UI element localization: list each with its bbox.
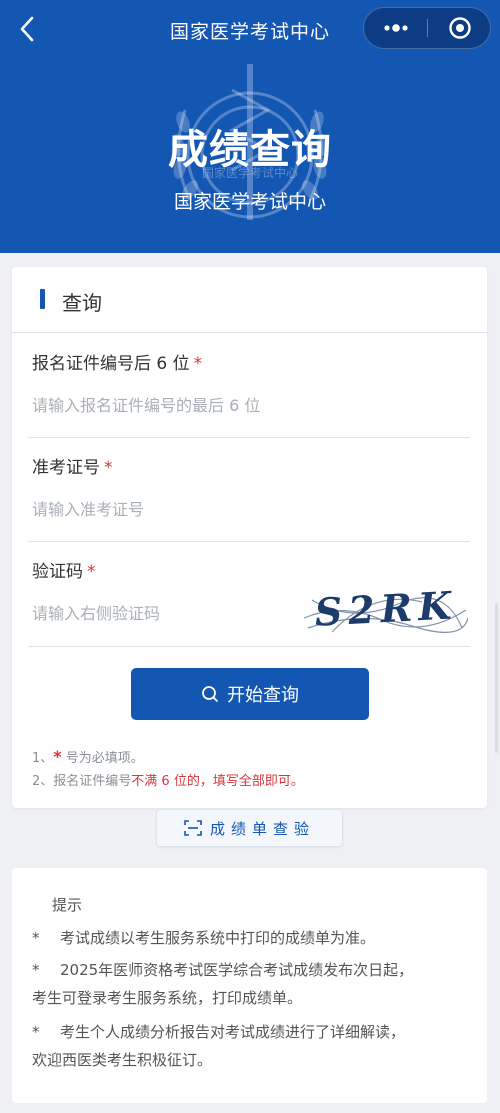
section-title: 查询 [62, 291, 102, 315]
tip-text: 2025年医师资格考试医学综合考试成绩发布次日起， [60, 961, 414, 979]
field-divider [28, 437, 470, 438]
header-banner: 国家医学考试中心 国家医学考试中心 成绩查询 国家医学考试中心 [0, 0, 500, 253]
note1-prefix: 1、 [32, 751, 54, 766]
captcha-input[interactable] [32, 596, 292, 630]
required-mark: * [87, 562, 96, 582]
form-notes: 1、* 号为必填项。 2、报名证件编号不满 6 位的，填写全部即可。 [32, 745, 304, 793]
tip-text-continued: 欢迎西医类考生积极征订。 [32, 1051, 213, 1069]
captcha-text: S2RK [314, 582, 459, 634]
mini-program-capsule [363, 7, 491, 49]
admission-number-input[interactable] [32, 492, 412, 526]
hero-title: 成绩查询 [168, 127, 332, 173]
search-icon [201, 685, 219, 703]
note2-prefix: 2、报名证件编号 [32, 774, 132, 789]
field-divider [28, 541, 470, 542]
close-button[interactable] [428, 8, 491, 48]
back-button[interactable] [10, 12, 44, 46]
more-dots-icon [383, 24, 408, 32]
tip-text: 考生个人成绩分析报告对考试成绩进行了详细解读， [60, 1023, 406, 1041]
target-close-icon [448, 17, 471, 39]
hero-subtitle: 国家医学考试中心 [173, 191, 326, 213]
captcha-image[interactable]: S2RK [302, 580, 468, 636]
note1-text: 号为必填项。 [61, 751, 144, 766]
note2-highlight: 不满 6 位的，填写全部即可。 [131, 774, 304, 789]
note-id-length: 2、报名证件编号不满 6 位的，填写全部即可。 [32, 770, 304, 793]
captcha-label-text: 验证码 [32, 562, 83, 582]
field-divider [28, 646, 470, 647]
chevron-left-icon [20, 16, 34, 42]
admission-number-label-text: 准考证号 [32, 458, 100, 478]
more-button[interactable] [364, 8, 427, 48]
score-report-verify-button[interactable]: 成绩单查验 [156, 809, 343, 847]
note-required: 1、* 号为必填项。 [32, 745, 304, 770]
tip-text: 考试成绩以考生服务系统中打印的成绩单为准。 [60, 929, 376, 947]
id-suffix-input[interactable] [32, 388, 412, 422]
tip-item: * 考试成绩以考生服务系统中打印的成绩单为准。 [32, 924, 472, 952]
start-query-label: 开始查询 [227, 685, 299, 706]
section-accent-bar [40, 289, 45, 309]
nav-bar: 国家医学考试中心 [0, 0, 500, 60]
tip-bullet: * [32, 1023, 40, 1041]
start-query-button[interactable]: 开始查询 [131, 668, 369, 720]
query-card-header: 查询 [12, 267, 487, 333]
tips-title: 提示 [52, 896, 83, 914]
id-suffix-label: 报名证件编号后 6 位 * [32, 349, 202, 374]
nav-title: 国家医学考试中心 [169, 21, 330, 43]
tip-text-continued: 考生可登录考生服务系统，打印成绩单。 [32, 989, 303, 1007]
admission-number-label: 准考证号 * [32, 453, 113, 478]
captcha-label: 验证码 * [32, 557, 96, 582]
query-card: 查询 报名证件编号后 6 位* 准考证号* 验证码* S2RK 开始查询 [12, 267, 487, 808]
required-mark: * [193, 354, 203, 374]
tips-card: 提示 * 考试成绩以考生服务系统中打印的成绩单为准。 * 2025年医师资格考试医学… [12, 868, 487, 1103]
verify-label: 成绩单查验 [209, 819, 315, 838]
tip-bullet: * [32, 929, 40, 947]
tip-bullet: * [32, 961, 40, 979]
tip-item: * 考生个人成绩分析报告对考试成绩进行了详细解读， 欢迎西医类考生积极征订。 [32, 1018, 472, 1074]
id-suffix-label-text: 报名证件编号后 6 位 [32, 354, 190, 374]
scan-icon [184, 820, 202, 836]
tip-item: * 2025年医师资格考试医学综合考试成绩发布次日起， 考生可登录考生服务系统，打… [32, 956, 472, 1012]
required-mark: * [104, 458, 113, 478]
note1-star: * [53, 747, 62, 766]
page-scrollbar[interactable] [495, 603, 498, 753]
